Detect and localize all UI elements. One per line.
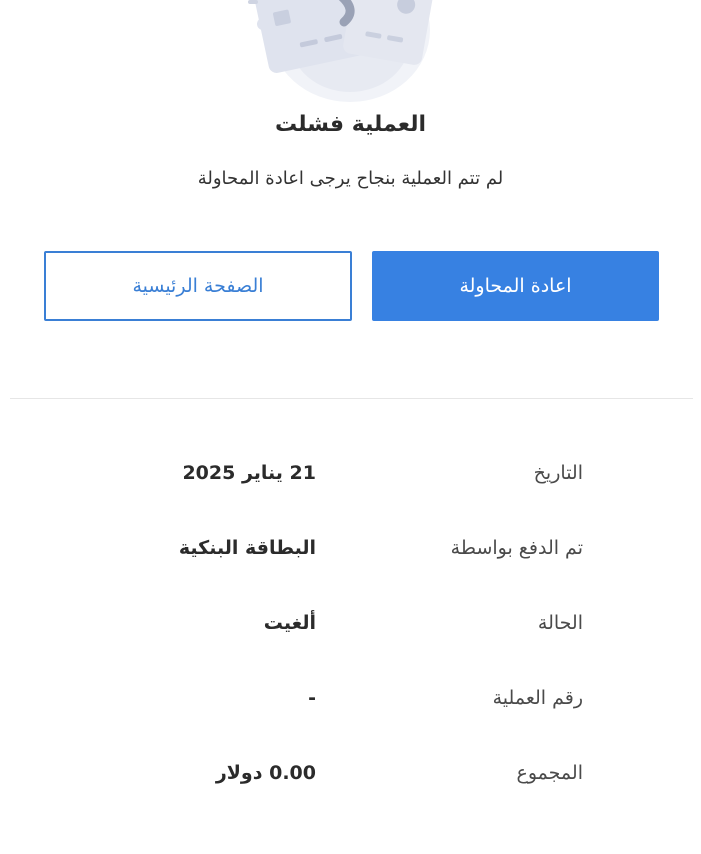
payment-method-value: البطاقة البنكية	[178, 537, 316, 559]
detail-row-total: المجموع 0.00 دولار	[0, 740, 701, 815]
total-value: 0.00 دولار	[215, 762, 316, 784]
failed-card-illustration-icon	[240, 0, 460, 110]
detail-row-payment-method: تم الدفع بواسطة البطاقة البنكية	[0, 515, 701, 590]
detail-row-date: التاريخ 21 يناير 2025	[0, 440, 701, 515]
status-label: الحالة	[537, 612, 583, 634]
transaction-details: التاريخ 21 يناير 2025 تم الدفع بواسطة ال…	[0, 440, 701, 815]
transaction-number-value: -	[308, 687, 316, 709]
payment-method-label: تم الدفع بواسطة	[450, 537, 583, 559]
detail-row-transaction-number: رقم العملية -	[0, 665, 701, 740]
home-button[interactable]: الصفحة الرئيسية	[44, 251, 352, 321]
retry-button[interactable]: اعادة المحاولة	[372, 251, 659, 321]
failure-message: لم تتم العملية بنجاح يرجى اعادة المحاولة	[197, 168, 504, 189]
total-label: المجموع	[516, 762, 583, 784]
transaction-number-label: رقم العملية	[492, 687, 583, 709]
divider	[10, 398, 693, 399]
status-value: ألغيت	[263, 612, 316, 634]
detail-row-status: الحالة ألغيت	[0, 590, 701, 665]
date-label: التاريخ	[533, 462, 583, 484]
page-title: العملية فشلت	[275, 112, 426, 137]
date-value: 21 يناير 2025	[182, 462, 316, 484]
